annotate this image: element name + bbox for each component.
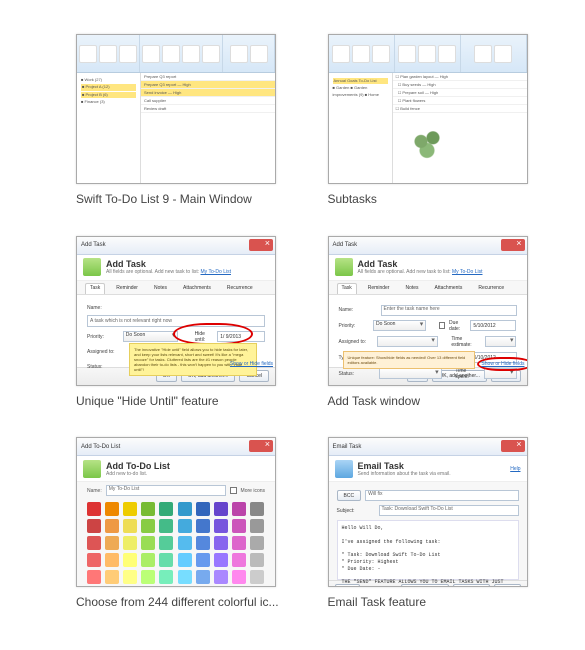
palette-icon [196,570,210,584]
gallery-item-icons[interactable]: Add To-Do List Add To-Do List Add new to… [76,437,288,611]
palette-icon [196,536,210,550]
palette-icon [214,502,228,516]
close-icon [249,440,273,452]
palette-icon [105,536,119,550]
close-icon [249,239,273,251]
palette-icon [196,519,210,533]
plant-image [409,127,449,163]
gallery-item-hide[interactable]: Add Task Add Task All fields are optiona… [76,236,288,410]
caption-addtask: Add Task window [328,394,421,410]
palette-icon [232,519,246,533]
palette-icon [105,502,119,516]
more-icons-check [230,487,237,494]
gallery-item-subtasks[interactable]: Annual Goals To-Do List ■ Garden ■ Garde… [328,34,540,208]
palette-icon [141,570,155,584]
palette-icon [159,536,173,550]
palette-icon [214,553,228,567]
email-icon [335,460,353,478]
palette-icon [141,502,155,516]
palette-icon [178,502,192,516]
caption-icons: Choose from 244 different colorful ic... [76,595,279,611]
close-icon [501,239,525,251]
palette-icon [214,536,228,550]
gallery-item-email[interactable]: Email Task Email Task Send information a… [328,437,540,611]
callout-unique: Unique feature: Show/hide fields as need… [343,351,475,369]
palette-icon [196,553,210,567]
palette-icon [159,570,173,584]
palette-icon [141,553,155,567]
palette-icon [214,519,228,533]
palette-icon [123,536,137,550]
palette-icon [232,536,246,550]
palette-icon [178,570,192,584]
highlight-circle [173,323,253,345]
add-task-icon [335,258,353,276]
palette-icon [159,553,173,567]
palette-icon [232,553,246,567]
close-icon [501,440,525,452]
tab-task: Task [85,283,105,294]
gallery-item-addtask[interactable]: Add Task Add Task All fields are optiona… [328,236,540,410]
thumb-addtask: Add Task Add Task All fields are optiona… [328,236,528,386]
palette-icon [123,570,137,584]
email-body: Hello Will Do, I've assigned the followi… [337,520,519,580]
send-button: Send [335,584,361,588]
palette-icon [123,519,137,533]
palette-icon [178,553,192,567]
palette-icon [232,570,246,584]
add-list-icon [83,460,101,478]
icon-grid [77,496,275,586]
palette-icon [87,553,101,567]
caption-hide: Unique "Hide Until" feature [76,394,219,410]
palette-icon [87,502,101,516]
palette-icon [250,570,264,584]
palette-icon [250,519,264,533]
palette-icon [159,502,173,516]
palette-icon [159,519,173,533]
palette-icon [232,502,246,516]
palette-icon [141,536,155,550]
priority-select: Do Soon [123,331,179,342]
caption-email: Email Task feature [328,595,427,611]
caption-subtasks: Subtasks [328,192,377,208]
palette-icon [250,553,264,567]
palette-icon [87,570,101,584]
palette-icon [178,536,192,550]
palette-icon [105,570,119,584]
palette-icon [123,502,137,516]
palette-icon [250,536,264,550]
thumb-main: ■ Work (27) ■ Project A (12) ■ Project B… [76,34,276,184]
palette-icon [141,519,155,533]
add-task-icon [83,258,101,276]
thumb-email: Email Task Email Task Send information a… [328,437,528,587]
palette-icon [178,519,192,533]
palette-icon [87,536,101,550]
palette-icon [196,502,210,516]
thumb-subtasks: Annual Goals To-Do List ■ Garden ■ Garde… [328,34,528,184]
caption-main: Swift To-Do List 9 - Main Window [76,192,252,208]
gallery-item-main[interactable]: ■ Work (27) ■ Project A (12) ■ Project B… [76,34,288,208]
palette-icon [214,570,228,584]
palette-icon [105,519,119,533]
thumb-icons: Add To-Do List Add To-Do List Add new to… [76,437,276,587]
palette-icon [123,553,137,567]
thumb-hide: Add Task Add Task All fields are optiona… [76,236,276,386]
palette-icon [250,502,264,516]
palette-icon [87,519,101,533]
palette-icon [105,553,119,567]
list-link: My To-Do List [201,269,231,275]
callout-hide-until: The innovative "Hide until" field allows… [129,343,257,376]
